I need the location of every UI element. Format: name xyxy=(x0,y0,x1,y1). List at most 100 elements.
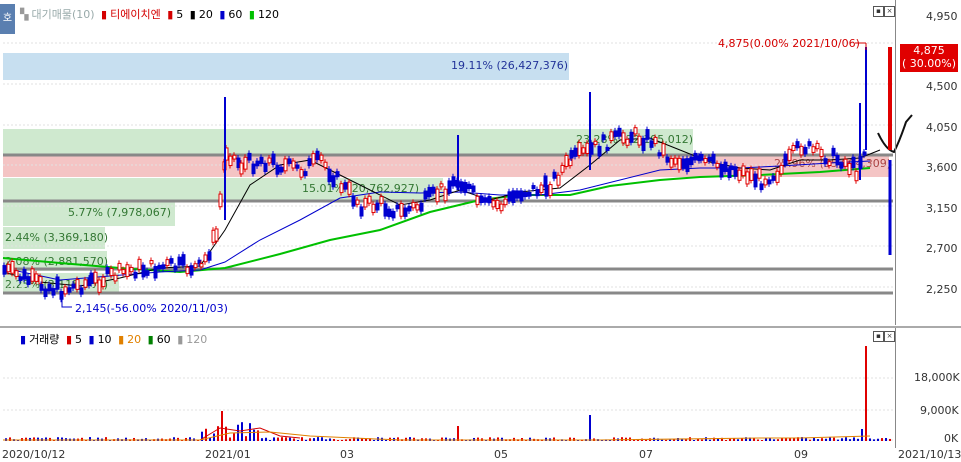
candle xyxy=(395,204,400,210)
ma120-label[interactable]: 120 xyxy=(258,8,279,21)
candle xyxy=(803,146,808,155)
band-title[interactable]: 대기매물(10) xyxy=(31,8,94,21)
volume-bar xyxy=(673,439,675,441)
volume-bar xyxy=(589,415,591,441)
volume-bar xyxy=(693,439,695,441)
candle xyxy=(165,259,170,267)
volume-bar xyxy=(333,438,335,441)
volume-bar xyxy=(881,438,883,441)
ma5-label[interactable]: 5 xyxy=(176,8,183,21)
stock-name[interactable]: 티에이치엔 xyxy=(110,8,161,21)
candle xyxy=(605,146,610,152)
candle xyxy=(367,195,372,204)
volume-bar xyxy=(665,439,667,441)
candle xyxy=(359,206,364,217)
candle xyxy=(363,197,368,208)
volume-bar xyxy=(769,438,771,441)
volume-bar xyxy=(325,439,327,441)
date-tick: 2020/10/12 xyxy=(2,448,66,461)
ma60-label[interactable]: 60 xyxy=(228,8,242,21)
candle xyxy=(649,140,654,148)
ma5-icon: ▮ xyxy=(167,8,174,21)
minimize-icon[interactable]: ▪ xyxy=(873,331,884,342)
ma120-line xyxy=(2,167,871,274)
volume-bar xyxy=(829,437,831,441)
close-icon[interactable]: × xyxy=(884,6,895,17)
volume-bar xyxy=(321,437,323,441)
candle xyxy=(193,263,198,269)
candle xyxy=(459,181,464,192)
vma120-label[interactable]: 120 xyxy=(186,333,207,346)
volume-bar xyxy=(297,439,299,441)
candle xyxy=(491,200,496,208)
candle xyxy=(443,188,448,202)
vma10-label[interactable]: 10 xyxy=(98,333,112,346)
volume-bar xyxy=(397,437,399,441)
close-icon[interactable]: × xyxy=(884,331,895,342)
volume-bar xyxy=(301,437,303,441)
candle xyxy=(63,286,68,295)
candle xyxy=(375,202,380,211)
candle xyxy=(544,184,549,197)
candle xyxy=(749,168,754,181)
candle xyxy=(173,265,178,271)
volume-bar xyxy=(317,437,319,441)
candle xyxy=(467,183,472,190)
candle xyxy=(407,205,412,212)
candle xyxy=(83,279,88,288)
candle xyxy=(447,180,452,194)
candle xyxy=(189,265,194,276)
candle xyxy=(669,158,674,168)
volume-bar xyxy=(833,437,835,441)
price-tick: 2,700 xyxy=(926,242,958,255)
candle xyxy=(67,287,72,293)
volume-bar xyxy=(313,438,315,441)
volume-bar xyxy=(405,437,407,441)
vma20-label[interactable]: 20 xyxy=(127,333,141,346)
candle xyxy=(665,156,670,163)
candle xyxy=(121,269,126,275)
volume-bar xyxy=(729,438,731,441)
vma60-label[interactable]: 60 xyxy=(157,333,171,346)
candle xyxy=(503,198,508,206)
ma20-line xyxy=(2,137,881,287)
candle xyxy=(259,156,264,164)
candle xyxy=(299,169,304,178)
candle xyxy=(831,147,836,157)
volume-bar xyxy=(885,438,887,441)
volume-bar xyxy=(81,437,83,441)
candle xyxy=(315,150,320,161)
panel-toggle-button[interactable]: 호 xyxy=(0,4,15,34)
candle xyxy=(539,184,544,193)
volume-bar xyxy=(373,439,375,441)
volume-bar xyxy=(889,438,891,441)
candle xyxy=(719,163,724,178)
price-tick: 4,050 xyxy=(926,121,958,134)
candle xyxy=(339,183,344,194)
candle xyxy=(291,160,296,169)
volume-bar xyxy=(501,437,503,441)
candle xyxy=(279,166,284,173)
vma5-label[interactable]: 5 xyxy=(75,333,82,346)
volume-bar xyxy=(385,439,387,441)
volume-bar xyxy=(305,439,307,441)
volume-bar xyxy=(805,438,807,441)
minimize-icon[interactable]: ▪ xyxy=(873,6,884,17)
candle xyxy=(399,202,404,217)
candle xyxy=(303,171,308,177)
volume-bar xyxy=(293,438,295,441)
candle xyxy=(745,171,750,185)
candle xyxy=(771,175,776,181)
candle xyxy=(723,161,728,172)
candle xyxy=(523,192,528,198)
volume-bar xyxy=(49,437,51,441)
candle xyxy=(218,193,223,208)
candle xyxy=(30,268,35,282)
candle xyxy=(617,127,622,137)
candle xyxy=(487,195,492,204)
candle xyxy=(795,141,800,149)
candle xyxy=(569,150,574,159)
volume-title[interactable]: 거래량 xyxy=(29,333,59,346)
candle xyxy=(601,134,606,141)
ma20-label[interactable]: 20 xyxy=(199,8,213,21)
